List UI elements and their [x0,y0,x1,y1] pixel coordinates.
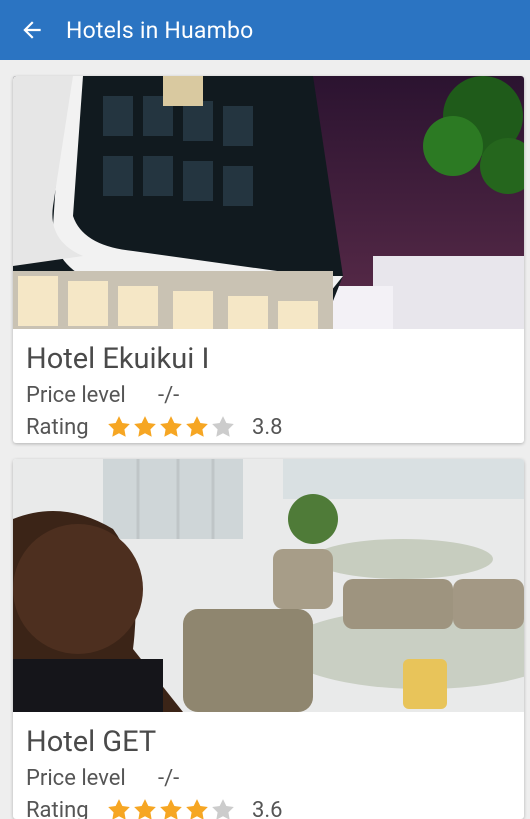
star-icon [132,797,158,819]
rating-row: Rating 3.8 [26,411,511,443]
star-icon [158,797,184,819]
rating-value: 3.8 [252,415,283,440]
price-label: Price level [26,383,158,408]
back-button[interactable] [6,0,58,60]
page-title: Hotels in Huambo [66,17,253,44]
star-icon [210,414,236,440]
price-value: -/- [158,383,179,408]
star-icon [158,414,184,440]
star-icon [184,797,210,819]
hotel-name: Hotel Ekuikui I [26,339,511,379]
rating-value: 3.6 [252,798,283,819]
arrow-back-icon [19,17,45,43]
hotel-name: Hotel GET [26,722,511,762]
hotel-photo [13,76,524,329]
price-label: Price level [26,766,158,791]
app-bar: Hotels in Huambo [0,0,530,60]
price-value: -/- [158,766,179,791]
star-icon [210,797,236,819]
star-icon [106,414,132,440]
star-icon [106,797,132,819]
star-icon [184,414,210,440]
rating-row: Rating 3.6 [26,794,511,819]
rating-stars [106,797,236,819]
hotel-card[interactable]: Hotel Ekuikui I Price level -/- Rating 3… [13,76,524,443]
hotel-card[interactable]: Hotel GET Price level -/- Rating 3.6 [13,459,524,819]
rating-stars [106,414,236,440]
price-row: Price level -/- [26,762,511,794]
price-row: Price level -/- [26,379,511,411]
hotel-photo [13,459,524,712]
star-icon [132,414,158,440]
